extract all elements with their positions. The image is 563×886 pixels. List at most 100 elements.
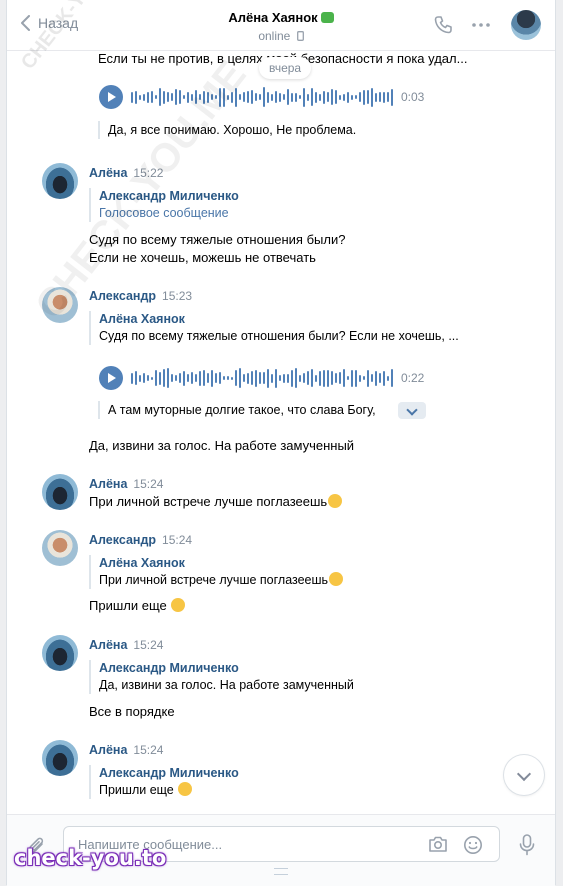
audio-waveform[interactable] — [131, 85, 393, 109]
audio-waveform[interactable] — [131, 366, 393, 390]
chat-window: Назад Алёна Хаянок online Если ты не про… — [6, 0, 556, 886]
waveform-bar — [171, 93, 173, 101]
waveform-bar — [331, 89, 333, 105]
message-time: 15:24 — [133, 743, 164, 757]
emoji-icon — [171, 598, 186, 612]
waveform-bar — [311, 369, 313, 387]
audio-transcript: А там муторные долгие такое, что слава Б… — [98, 401, 376, 419]
avatar[interactable] — [42, 530, 78, 566]
waveform-bar — [183, 370, 185, 386]
reply-quote[interactable]: Алёна Хаянок При личной встрече лучше по… — [89, 555, 344, 589]
waveform-bar — [135, 371, 137, 385]
waveform-bar — [387, 92, 389, 102]
waveform-bar — [347, 91, 349, 103]
phone-icon[interactable] — [433, 15, 453, 35]
waveform-bar — [283, 94, 285, 100]
waveform-bar — [167, 368, 169, 388]
scroll-down-button[interactable] — [504, 755, 544, 795]
waveform-bar — [239, 368, 241, 388]
waveform-bar — [363, 89, 365, 105]
play-button[interactable] — [99, 366, 123, 390]
waveform-bar — [179, 373, 181, 383]
waveform-bar — [339, 94, 341, 100]
waveform-bar — [199, 370, 201, 386]
avatar[interactable] — [42, 635, 78, 671]
camera-icon[interactable] — [428, 835, 448, 853]
waveform-bar — [259, 94, 261, 100]
waveform-bar — [275, 91, 277, 103]
waveform-bar — [175, 375, 177, 381]
waveform-bar — [327, 369, 329, 387]
quote-author: Алёна Хаянок — [99, 556, 185, 570]
message-time: 15:23 — [162, 289, 193, 303]
waveform-bar — [363, 376, 365, 380]
waveform-bar — [291, 369, 293, 387]
waveform-bar — [375, 92, 377, 102]
waveform-bar — [279, 375, 281, 381]
waveform-bar — [319, 370, 321, 386]
waveform-bar — [267, 368, 269, 388]
quote-author: Александр Миличенко — [99, 766, 239, 780]
waveform-bar — [299, 95, 301, 99]
expand-transcript-button[interactable] — [398, 402, 426, 419]
waveform-bar — [343, 369, 345, 387]
waveform-bar — [371, 87, 373, 107]
quote-text-content: Пришли еще — [99, 783, 174, 797]
waveform-bar — [275, 368, 277, 388]
watermark-logo: check-you.to — [14, 846, 167, 870]
waveform-bar — [359, 374, 361, 382]
resize-handle[interactable] — [274, 868, 288, 875]
message-header: Алёна 15:24 — [89, 476, 163, 491]
date-badge: вчера — [259, 57, 312, 79]
waveform-bar — [247, 91, 249, 103]
author-name[interactable]: Александр — [89, 533, 156, 547]
waveform-bar — [191, 372, 193, 384]
waveform-bar — [379, 373, 381, 383]
waveform-bar — [307, 93, 309, 101]
waveform-bar — [163, 369, 165, 387]
waveform-bar — [383, 91, 385, 103]
more-icon[interactable] — [472, 23, 490, 27]
message-history[interactable]: Если ты не против, в целях моей безопасн… — [7, 51, 555, 814]
waveform-bar — [155, 370, 157, 386]
play-button[interactable] — [99, 85, 123, 109]
reply-quote[interactable]: Алёна Хаянок Судя по всему тяжелые отнош… — [89, 311, 459, 345]
waveform-bar — [231, 376, 233, 380]
message-time: 15:24 — [162, 533, 193, 547]
avatar[interactable] — [42, 474, 78, 510]
waveform-bar — [367, 369, 369, 387]
message-time: 15:24 — [133, 477, 164, 491]
reply-quote[interactable]: Александр Миличенко Да, извини за голос.… — [89, 660, 354, 694]
waveform-bar — [303, 87, 305, 107]
waveform-bar — [235, 370, 237, 386]
waveform-bar — [347, 376, 349, 380]
waveform-bar — [283, 373, 285, 383]
audio-duration: 0:03 — [401, 90, 425, 104]
waveform-bar — [279, 92, 281, 102]
waveform-bar — [175, 89, 177, 105]
smile-icon[interactable] — [463, 835, 483, 855]
microphone-icon[interactable] — [519, 834, 535, 856]
waveform-bar — [243, 374, 245, 382]
reply-quote[interactable]: Александр Миличенко Пришли еще — [89, 765, 239, 799]
message-text: При личной встрече лучше поглазеешь — [89, 493, 343, 511]
waveform-bar — [379, 92, 381, 102]
waveform-bar — [151, 91, 153, 103]
author-name[interactable]: Александр — [89, 289, 156, 303]
contact-avatar[interactable] — [511, 10, 541, 40]
avatar[interactable] — [42, 163, 78, 199]
emoji-icon — [178, 782, 193, 796]
message-header: Алёна 15:24 — [89, 742, 163, 757]
audio-transcript: Да, я все понимаю. Хорошо, Не проблема. — [98, 121, 356, 139]
author-name[interactable]: Алёна — [89, 638, 127, 652]
waveform-bar — [307, 371, 309, 385]
waveform-bar — [295, 368, 297, 388]
avatar[interactable] — [42, 740, 78, 776]
message-header: Александр 15:24 — [89, 532, 192, 547]
waveform-bar — [143, 373, 145, 383]
message-header: Александр 15:23 — [89, 288, 192, 303]
author-name[interactable]: Алёна — [89, 477, 127, 491]
message-text: Все в порядке — [89, 704, 175, 719]
author-name[interactable]: Алёна — [89, 743, 127, 757]
audio-duration: 0:22 — [401, 371, 425, 385]
